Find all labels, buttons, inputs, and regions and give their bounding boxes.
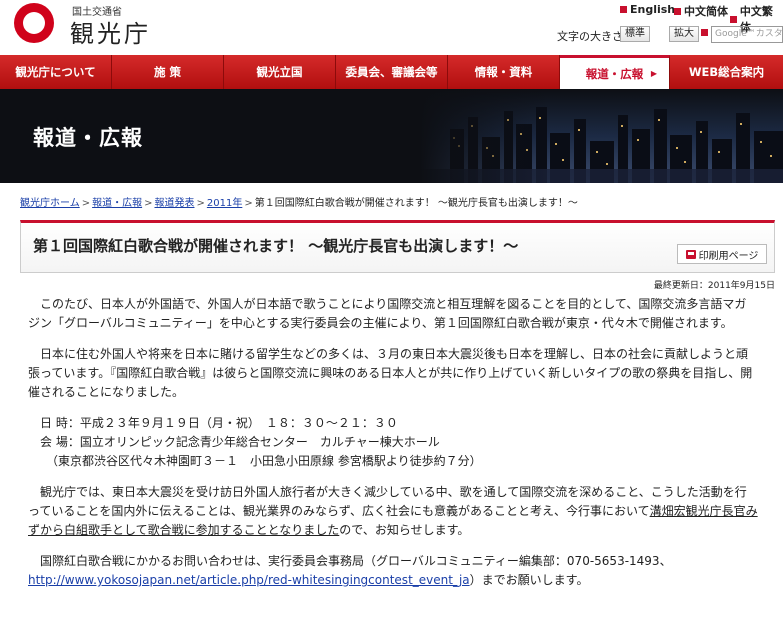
logo-title: 観光庁 <box>70 20 151 48</box>
search-marker-icon <box>701 29 708 36</box>
section-banner: 報道・広報 <box>0 89 783 183</box>
article-title-box: 第１回国際紅白歌合戦が開催されます！ ～観光庁長官も出演します！～ 印刷用ページ <box>20 220 775 273</box>
nav-item-web-guide[interactable]: WEB総合案内 <box>670 55 783 89</box>
nav-item-information[interactable]: 情報・資料 <box>448 55 560 89</box>
square-bullet-icon <box>620 6 627 13</box>
font-size-standard-button[interactable]: 標準 <box>620 26 650 42</box>
event-address: （東京都渋谷区代々木神園町３－１ 小田急小田原線 参宮橋駅より徒歩約７分） <box>28 454 482 468</box>
font-size-large-button[interactable]: 拡大 <box>669 26 699 42</box>
event-venue: 会 場：国立オリンピック記念青少年総合センター カルチャー棟大ホール <box>28 435 440 449</box>
page-title: 第１回国際紅白歌合戦が開催されます！ ～観光庁長官も出演します！～ <box>33 237 519 255</box>
nav-item-committees[interactable]: 委員会、審議会等 <box>336 55 448 89</box>
breadcrumb-link-year[interactable]: 2011年 <box>207 198 242 209</box>
square-bullet-icon <box>674 7 681 15</box>
last-updated: 最終更新日：2011年9月15日 <box>653 281 775 291</box>
printer-icon <box>685 249 696 259</box>
contact-link[interactable]: http://www.yokosojapan.net/article.php/r… <box>28 573 470 587</box>
event-details: 日 時：平成２３年９月１９日（月・祝） １８：３０～２１：３０ 会 場：国立オリ… <box>28 414 758 471</box>
square-bullet-icon <box>730 15 737 23</box>
paragraph-intro: このたび、日本人が外国語で、外国人が日本語で歌うことにより国際交流と相互理解を図… <box>28 297 747 330</box>
breadcrumb-current: 第１回国際紅白歌合戦が開催されます！ ～観光庁長官も出演します！～ <box>254 198 578 209</box>
paragraph-contact: 国際紅白歌合戦にかかるお問い合わせは、実行委員会事務局（グローバルコミュニティー… <box>28 554 672 587</box>
lang-link-simplified-chinese[interactable]: 中文简体 <box>674 3 728 19</box>
nav-item-tourism-nation[interactable]: 観光立国 <box>224 55 336 89</box>
breadcrumb: 観光庁ホーム > 報道・広報 > 報道発表 >2011年 > 第１回国際紅白歌合戦が開催されま… <box>20 198 578 209</box>
logo-mark-icon <box>14 3 54 43</box>
site-header: 国土交通省 観光庁 English 中文简体 中文繁体 文字の大きさ 標準 拡大… <box>0 0 783 55</box>
city-skyline-image <box>420 89 783 183</box>
print-page-button[interactable]: 印刷用ページ <box>677 244 767 264</box>
breadcrumb-link-home[interactable]: 観光庁ホーム <box>20 198 80 209</box>
lang-link-english[interactable]: English <box>620 3 675 16</box>
article-body: このたび、日本人が外国語で、外国人が日本語で歌うことにより国際交流と相互理解を図… <box>28 295 758 590</box>
global-nav: 観光庁について 施 策 観光立国 委員会、審議会等 情報・資料 報道・広報 ▶ … <box>0 55 783 89</box>
font-size-label: 文字の大きさ <box>557 30 623 43</box>
nav-item-about[interactable]: 観光庁について <box>0 55 112 89</box>
search-input[interactable]: Google™カスタム <box>711 26 783 43</box>
triangle-right-icon: ▶ <box>650 69 657 78</box>
breadcrumb-link-press[interactable]: 報道・広報 <box>92 198 142 209</box>
event-date: 日 時：平成２３年９月１９日（月・祝） １８：３０～２１：３０ <box>28 416 398 430</box>
nav-item-policies[interactable]: 施 策 <box>112 55 224 89</box>
paragraph-commissioner: 観光庁では、東日本大震災を受け訪日外国人旅行者が大きく減少している中、歌を通して… <box>28 485 758 537</box>
section-title: 報道・広報 <box>33 126 143 150</box>
paragraph-background: 日本に住む外国人や将来を日本に賭ける留学生などの多くは、３月の東日本大震災後も日… <box>28 347 753 399</box>
breadcrumb-link-press-release[interactable]: 報道発表 <box>154 198 194 209</box>
nav-item-press[interactable]: 報道・広報 ▶ <box>560 55 670 89</box>
